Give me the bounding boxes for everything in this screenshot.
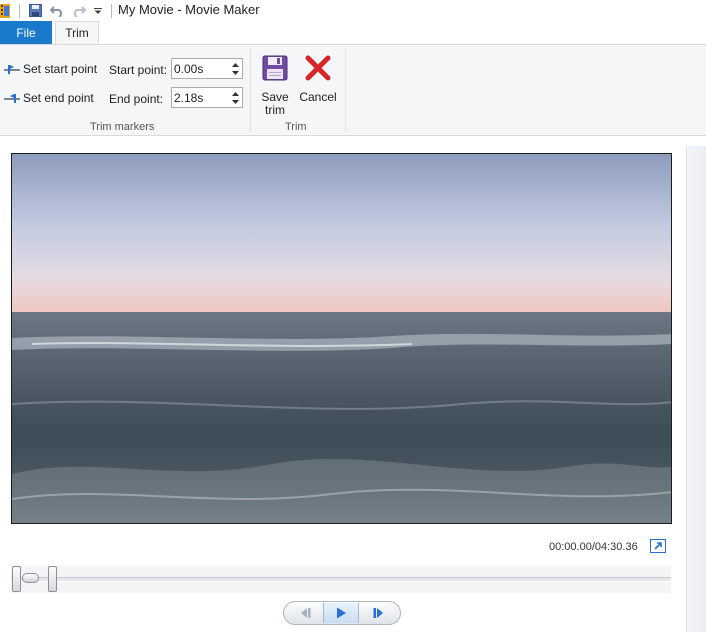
end-point-input[interactable] [174,90,226,105]
playback-controls [283,601,401,625]
video-preview[interactable] [11,153,672,524]
trim-start-handle[interactable] [12,566,21,592]
group-label-trim-markers: Trim markers [90,121,155,133]
save-trim-button[interactable]: Save trim [259,55,291,117]
end-point-label: End point: [109,92,164,106]
set-start-point-button[interactable]: Set start point [4,62,97,76]
next-frame-icon [372,607,386,619]
playhead-thumb[interactable] [22,573,39,583]
start-point-label: Start point: [109,63,168,77]
group-label-trim: Trim [285,121,307,133]
toolbar-divider [110,3,112,18]
title-bar: My Movie - Movie Maker [0,0,706,21]
ribbon: Set start point Set end point Start poin… [0,44,706,136]
window-title: My Movie - Movie Maker [118,2,260,17]
save-trim-label-2: trim [265,103,285,117]
previous-frame-button[interactable] [288,603,322,623]
save-trim-icon [262,55,288,81]
track-line [11,577,671,582]
fullscreen-icon [650,539,666,553]
play-button[interactable] [323,603,359,623]
set-end-point-icon [4,92,20,104]
set-end-point-button[interactable]: Set end point [4,91,94,105]
previous-frame-icon [298,607,312,619]
set-start-point-icon [4,63,20,75]
cancel-icon [305,55,331,81]
spin-down-icon[interactable] [230,98,240,106]
spin-up-icon[interactable] [230,61,240,69]
end-point-field[interactable] [171,87,243,108]
preview-area: 00:00.00/04:30.36 [0,136,706,632]
group-divider [345,48,346,132]
app-icon[interactable] [0,3,10,18]
cancel-button[interactable]: Cancel [298,55,338,104]
ribbon-tabs: File Trim [0,21,706,44]
set-start-point-label: Set start point [23,62,98,76]
undo-icon[interactable] [50,3,64,18]
trim-trackbar[interactable] [11,566,671,593]
start-point-field[interactable] [171,58,243,79]
tab-trim[interactable]: Trim [55,21,99,44]
storyboard-pane-edge [686,146,706,632]
cancel-label: Cancel [299,90,337,104]
fullscreen-button[interactable] [650,539,666,553]
redo-icon[interactable] [72,3,86,18]
save-icon[interactable] [28,3,42,18]
trim-end-handle[interactable] [47,566,57,592]
play-icon [335,607,347,619]
next-frame-button[interactable] [362,603,396,623]
group-divider [250,48,251,132]
start-point-input[interactable] [174,61,226,76]
spin-up-icon[interactable] [230,90,240,98]
time-readout: 00:00.00/04:30.36 [549,541,638,553]
customize-arrow-icon[interactable] [93,3,103,18]
tab-file[interactable]: File [0,21,52,44]
spin-down-icon[interactable] [230,69,240,77]
set-end-point-label: Set end point [23,91,94,105]
toolbar-divider [18,3,20,18]
